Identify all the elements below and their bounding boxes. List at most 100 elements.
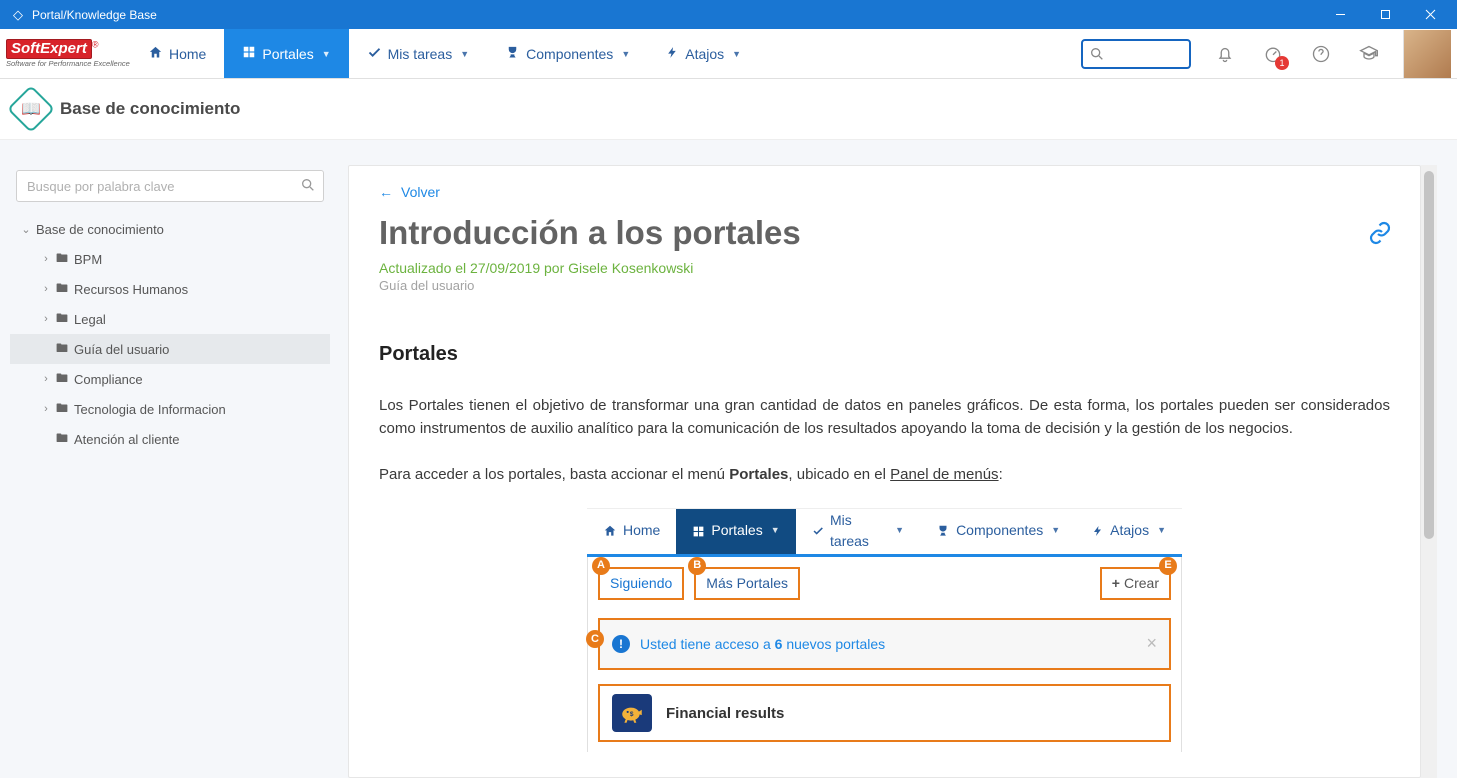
nav-mistareas-label: Mis tareas	[388, 46, 453, 62]
grid-icon	[242, 45, 256, 62]
user-avatar[interactable]	[1403, 30, 1451, 78]
maximize-button[interactable]	[1363, 0, 1408, 29]
tree-item-label: Compliance	[74, 372, 143, 387]
home-icon	[148, 45, 163, 63]
piggy-bank-icon: $	[612, 694, 652, 732]
embed-nav-portales: Portales ▼	[676, 509, 795, 554]
chevron-right-icon: ›	[36, 373, 56, 385]
chevron-right-icon: ›	[36, 313, 56, 325]
folder-icon: 🖿	[56, 309, 74, 330]
tree-item-rh[interactable]: › 🖿 Recursos Humanos	[10, 274, 330, 304]
embed-create-button: E +Crear	[1100, 567, 1171, 601]
chevron-right-icon: ›	[36, 403, 56, 415]
article-title: Introducción a los portales	[379, 214, 1390, 252]
annotation-letter-c: C	[586, 630, 604, 648]
brand-logo[interactable]: SoftExpert® Software for Performance Exc…	[0, 29, 130, 78]
embed-portal-title: Financial results	[666, 702, 784, 725]
tree-item-compliance[interactable]: › 🖿 Compliance	[10, 364, 330, 394]
folder-icon: 🖿	[56, 279, 74, 300]
link-icon	[1368, 221, 1392, 245]
nav-atajos-label: Atajos	[685, 46, 724, 62]
folder-icon: 🖿	[56, 339, 74, 360]
nav-home-label: Home	[169, 46, 206, 62]
embed-nav-componentes: Componentes ▼	[920, 509, 1076, 554]
tree-item-label: Legal	[74, 312, 106, 327]
chevron-down-icon: ⌄	[16, 223, 36, 236]
nav-home[interactable]: Home	[130, 29, 224, 78]
article-meta: Actualizado el 27/09/2019 por Gisele Kos…	[379, 260, 1390, 276]
back-label: Volver	[401, 184, 440, 200]
back-link[interactable]: ← Volver	[379, 184, 1390, 200]
search-icon	[1089, 46, 1105, 62]
search-icon	[300, 177, 316, 196]
app-icon: ◇	[10, 7, 26, 23]
tree-item-label: Tecnologia de Informacion	[74, 402, 226, 417]
annotation-letter-e: E	[1159, 557, 1177, 575]
tree-item-legal[interactable]: › 🖿 Legal	[10, 304, 330, 334]
help-icon	[1311, 44, 1331, 64]
chevron-right-icon: ›	[36, 253, 56, 265]
caret-down-icon: ▼	[732, 49, 741, 59]
tree-root[interactable]: ⌄ Base de conocimiento	[10, 214, 330, 244]
embedded-screenshot: Home Portales ▼ Mis tareas	[587, 508, 1182, 753]
article-paragraph: Para acceder a los portales, basta accio…	[379, 463, 1390, 486]
nav-portales[interactable]: Portales ▼	[224, 29, 348, 78]
tree-item-ti[interactable]: › 🖿 Tecnologia de Informacion	[10, 394, 330, 424]
nav-componentes[interactable]: Componentes ▼	[487, 29, 648, 78]
trophy-icon	[936, 524, 950, 538]
embed-nav-mistareas: Mis tareas ▼	[796, 509, 920, 554]
notification-badge: 1	[1275, 56, 1289, 70]
svg-text:$: $	[630, 712, 634, 719]
embed-tab-siguiendo: A Siguiendo	[598, 567, 684, 601]
close-button[interactable]	[1408, 0, 1453, 29]
plus-icon: +	[1112, 575, 1120, 591]
home-icon	[603, 524, 617, 538]
article-category: Guía del usuario	[379, 278, 1390, 293]
info-icon: !	[612, 635, 630, 653]
tree-item-label: Guía del usuario	[74, 342, 169, 357]
embed-nav-atajos: Atajos ▼	[1076, 509, 1182, 554]
window-titlebar: ◇ Portal/Knowledge Base	[0, 0, 1457, 29]
sidebar: ⌄ Base de conocimiento › 🖿 BPM › 🖿 Recur…	[0, 140, 340, 778]
minimize-button[interactable]	[1318, 0, 1363, 29]
help-button[interactable]	[1307, 40, 1335, 68]
knowledge-base-icon: 📖	[7, 85, 55, 133]
scrollbar-thumb[interactable]	[1424, 171, 1434, 539]
article-body: Portales Los Portales tienen el objetivo…	[379, 339, 1390, 752]
page-header: 📖 Base de conocimiento	[0, 79, 1457, 139]
graduation-button[interactable]	[1355, 40, 1383, 68]
article-card: ← Volver Introducción a los portales Act…	[348, 165, 1421, 778]
timer-button[interactable]: 1	[1259, 40, 1287, 68]
nav-atajos[interactable]: Atajos ▼	[648, 29, 759, 78]
tree-item-bpm[interactable]: › 🖿 BPM	[10, 244, 330, 274]
folder-icon: 🖿	[56, 369, 74, 390]
tree-item-label: Atención al cliente	[74, 432, 180, 447]
bolt-icon	[1092, 524, 1104, 538]
tree-item-label: BPM	[74, 252, 102, 267]
page-title: Base de conocimiento	[60, 99, 240, 119]
sidebar-search[interactable]	[16, 170, 324, 202]
notifications-button[interactable]	[1211, 40, 1239, 68]
caret-down-icon: ▼	[460, 49, 469, 59]
nav-componentes-label: Componentes	[526, 46, 613, 62]
embed-nav-home: Home	[587, 509, 676, 554]
arrow-left-icon: ←	[379, 184, 393, 200]
sidebar-search-input[interactable]	[16, 170, 324, 202]
folder-icon: 🖿	[56, 399, 74, 420]
folder-icon: 🖿	[56, 429, 74, 450]
tree-item-guia[interactable]: 🖿 Guía del usuario	[10, 334, 330, 364]
annotation-letter-b: B	[688, 557, 706, 575]
annotation-letter-a: A	[592, 557, 610, 575]
embed-tab-mas: B Más Portales	[694, 567, 800, 601]
content-scrollbar[interactable]	[1421, 165, 1437, 778]
tree-item-label: Recursos Humanos	[74, 282, 188, 297]
copy-link-button[interactable]	[1368, 221, 1392, 248]
nav-mistareas[interactable]: Mis tareas ▼	[349, 29, 488, 78]
nav-portales-label: Portales	[262, 46, 313, 62]
tree-item-atencion[interactable]: 🖿 Atención al cliente	[10, 424, 330, 454]
global-search[interactable]	[1081, 39, 1191, 69]
folder-icon: 🖿	[56, 249, 74, 270]
chevron-right-icon: ›	[36, 283, 56, 295]
close-icon: ×	[1146, 630, 1157, 658]
tree-root-label: Base de conocimiento	[36, 222, 164, 237]
